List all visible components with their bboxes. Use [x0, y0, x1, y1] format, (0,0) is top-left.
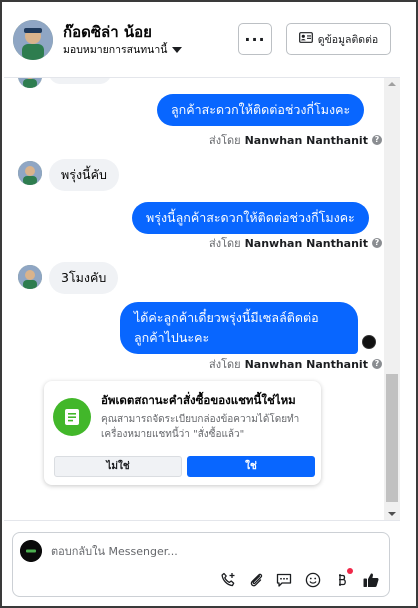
page-avatar: [20, 540, 42, 562]
outgoing-message[interactable]: พรุ่งนี้ลูกค้าสะดวกให้ติดต่อช่วงกี่โมงคะ: [132, 202, 369, 234]
sent-by-info: ส่งโดย Nanwhan Nanthanit ?: [209, 234, 382, 252]
sent-by-info: ส่งโดย Nanwhan Nanthanit ?: [209, 131, 382, 149]
contact-avatar[interactable]: [13, 20, 53, 60]
message-list: ลูกค้าสะดวกให้ติดต่อช่วงกี่โมงคะ ส่งโดย …: [4, 78, 384, 520]
attach-file-icon[interactable]: [247, 571, 265, 589]
outgoing-message[interactable]: ลูกค้าสะดวกให้ติดต่อช่วงกี่โมงคะ: [157, 94, 365, 126]
sent-by-info: ส่งโดย Nanwhan Nanthanit ?: [209, 355, 382, 373]
contact-avatar-small: [18, 161, 42, 185]
conversation-header: ก๊อดซิล่า น้อย มอบหมายการสนทนานี้ ··· ดู…: [4, 4, 400, 78]
messenger-window: ก๊อดซิล่า น้อย มอบหมายการสนทนานี้ ··· ดู…: [0, 0, 418, 608]
help-icon[interactable]: ?: [371, 135, 382, 145]
chat-scrollbar[interactable]: [384, 78, 400, 520]
order-card-title: อัพเดตสถานะคำสั่งซื้อของแชทนี้ใช่ไหม: [101, 393, 296, 407]
add-contact-icon[interactable]: [219, 571, 237, 589]
incoming-message[interactable]: 3โมงคับ: [49, 262, 119, 294]
help-icon[interactable]: ?: [371, 359, 382, 369]
view-contact-info-label: ดูข้อมูลติดต่อ: [317, 33, 379, 46]
sent-by-prefix: ส่งโดย: [209, 237, 241, 250]
incoming-message[interactable]: พรุ่งนี้คับ: [49, 159, 119, 191]
caret-down-icon: [172, 46, 183, 53]
like-icon[interactable]: [362, 571, 380, 589]
sender-name: Nanwhan Nanthanit: [244, 133, 368, 147]
contact-card-icon: [298, 32, 313, 46]
order-status-card: อัพเดตสถานะคำสั่งซื้อของแชทนี้ใช่ไหม คุณ…: [44, 381, 321, 485]
more-options-button[interactable]: ···: [238, 23, 272, 55]
reply-input[interactable]: [51, 540, 371, 562]
sender-name: Nanwhan Nanthanit: [244, 236, 368, 250]
order-card-description: คุณสามารถจัดระเบียบกล่องข้อความได้โดยทำเ…: [101, 414, 300, 440]
sent-by-prefix: ส่งโดย: [209, 134, 241, 147]
assign-label: มอบหมายการสนทนานี้: [63, 44, 168, 56]
previous-message-bubble: [49, 78, 111, 84]
contact-avatar-small: [18, 265, 42, 289]
view-contact-info-button[interactable]: ดูข้อมูลติดต่อ: [286, 23, 391, 55]
composer-divider: [4, 520, 400, 521]
outgoing-message[interactable]: ได้ค่ะลูกค้าเดี๋ยวพรุ่งนี้มีเซลล์ติดต่อล…: [120, 302, 358, 354]
sender-name: Nanwhan Nanthanit: [244, 357, 368, 371]
contact-avatar-small: [18, 78, 42, 88]
saved-replies-icon[interactable]: [275, 571, 293, 589]
order-icon: [53, 398, 91, 436]
payment-icon[interactable]: [333, 568, 353, 589]
scroll-down-arrow-icon[interactable]: [388, 512, 396, 516]
help-icon[interactable]: ?: [371, 238, 382, 248]
order-no-button[interactable]: ไม่ใช่: [54, 456, 182, 477]
scrollbar-thumb[interactable]: [386, 374, 398, 502]
order-yes-button[interactable]: ใช่: [187, 456, 315, 477]
assign-conversation-dropdown[interactable]: มอบหมายการสนทนานี้: [63, 41, 183, 58]
emoji-icon[interactable]: [304, 571, 322, 589]
scroll-up-arrow-icon[interactable]: [388, 82, 396, 86]
notification-dot: [347, 568, 353, 574]
sent-by-prefix: ส่งโดย: [209, 358, 241, 371]
seen-indicator-avatar: [362, 335, 376, 349]
reply-composer: [12, 532, 390, 597]
